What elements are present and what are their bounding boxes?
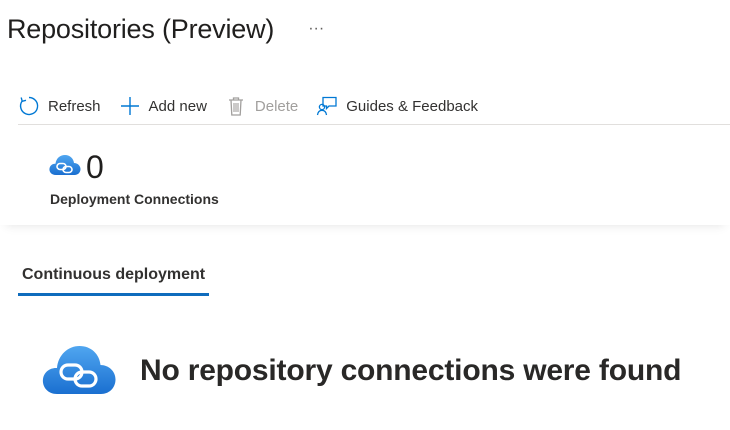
guides-feedback-button[interactable]: Guides & Feedback bbox=[316, 90, 478, 122]
trash-icon bbox=[225, 95, 247, 117]
empty-state-message: No repository connections were found bbox=[140, 353, 682, 387]
connections-label: Deployment Connections bbox=[50, 191, 219, 207]
delete-button[interactable]: Delete bbox=[225, 90, 298, 122]
command-bar: Refresh Add new Delete Guides & Feedback bbox=[18, 88, 730, 125]
delete-label: Delete bbox=[254, 97, 299, 115]
add-new-label: Add new bbox=[148, 97, 207, 115]
connections-count-row: 0 bbox=[48, 149, 104, 185]
summary-card: 0 Deployment Connections bbox=[0, 125, 730, 225]
tab-list: Continuous deployment bbox=[18, 262, 210, 296]
empty-state: No repository connections were found bbox=[40, 338, 681, 403]
cloud-link-icon bbox=[40, 338, 140, 403]
connections-count: 0 bbox=[86, 149, 104, 185]
repositories-page: Repositories (Preview) ··· Refresh Add n… bbox=[0, 0, 730, 430]
cloud-link-icon bbox=[48, 151, 86, 184]
plus-icon bbox=[119, 95, 141, 117]
tab-continuous-deployment[interactable]: Continuous deployment bbox=[18, 262, 210, 296]
title-row: Repositories (Preview) ··· bbox=[7, 10, 328, 48]
feedback-person-icon bbox=[316, 95, 338, 117]
guides-feedback-label: Guides & Feedback bbox=[346, 97, 479, 115]
more-options-button[interactable]: ··· bbox=[304, 10, 328, 48]
add-new-button[interactable]: Add new bbox=[119, 90, 207, 122]
refresh-button[interactable]: Refresh bbox=[18, 90, 101, 122]
page-title: Repositories (Preview) bbox=[7, 14, 275, 44]
refresh-label: Refresh bbox=[48, 97, 101, 115]
refresh-icon bbox=[18, 95, 40, 117]
